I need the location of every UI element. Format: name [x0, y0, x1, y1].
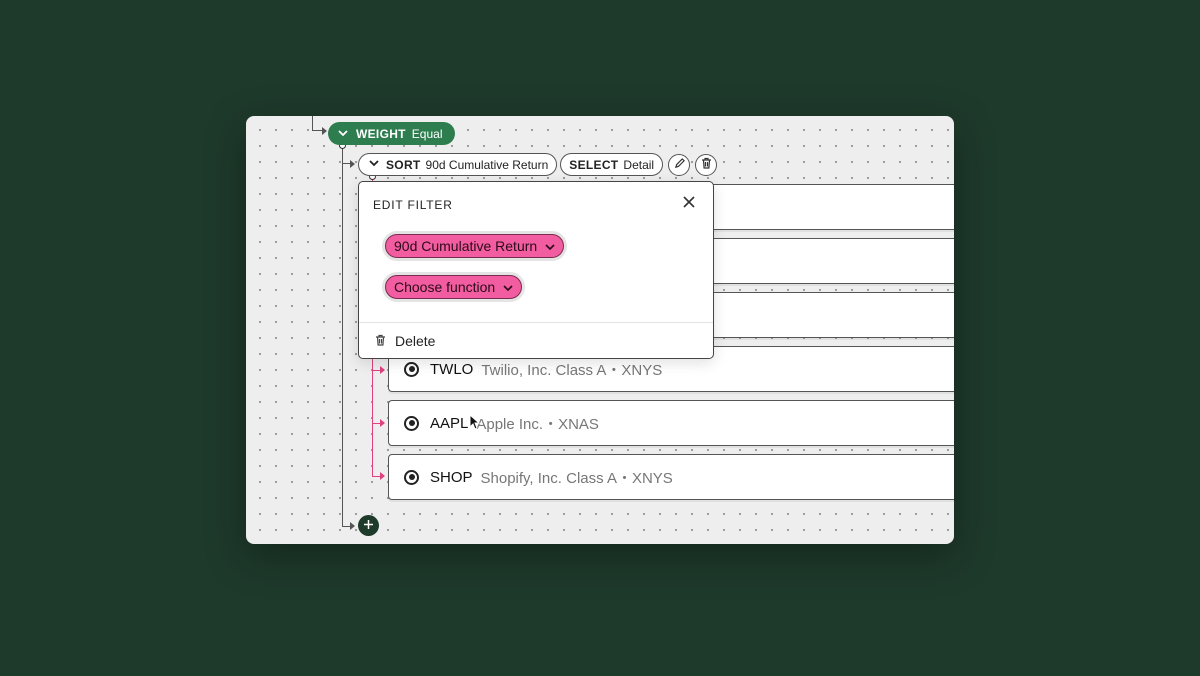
asset-description: Apple Inc.・XNAS: [476, 415, 599, 433]
connector-line: [342, 144, 343, 526]
asset-ticker: TWLO: [430, 360, 474, 378]
connector-arrow: [322, 127, 327, 135]
mouse-cursor-icon: [469, 413, 481, 435]
asset-ticker: AAPL: [430, 414, 469, 432]
chevron-down-icon: [545, 238, 555, 254]
close-icon: [683, 195, 695, 213]
metric-chip-wrapper: 90d Cumulative Return: [382, 231, 568, 261]
function-chip-wrapper: Choose function: [382, 272, 526, 302]
select-keyword: SELECT: [569, 157, 619, 172]
select-value: Detail: [623, 157, 655, 172]
edit-button[interactable]: [668, 153, 691, 176]
connector-arrow: [380, 472, 385, 480]
function-select[interactable]: Choose function: [385, 275, 523, 299]
pencil-icon: [674, 156, 685, 174]
connector-arrow: [380, 366, 385, 374]
connector-arrow: [350, 160, 355, 168]
asset-description: Shopify, Inc. Class A・XNYS: [480, 469, 673, 487]
sort-node[interactable]: SORT 90d Cumulative Return: [358, 153, 558, 176]
connector-arrow: [350, 522, 355, 530]
asset-radio-icon: [404, 469, 419, 485]
delete-label: Delete: [395, 333, 436, 349]
chevron-down-icon[interactable]: [336, 128, 350, 140]
asset-radio-icon: [404, 415, 419, 431]
edit-filter-popup: EDIT FILTER 90d Cumulative Return Choose…: [358, 181, 714, 359]
sort-keyword: SORT: [386, 157, 421, 172]
sort-select-row: SORT 90d Cumulative Return SELECT Detail: [358, 153, 718, 176]
weight-keyword: WEIGHT: [356, 126, 406, 141]
chevron-down-icon: [503, 279, 513, 295]
trash-icon: [701, 156, 712, 174]
add-node-button[interactable]: [358, 515, 379, 536]
weight-value: Equal: [411, 126, 443, 141]
divider: [359, 322, 713, 323]
connector-arrow: [380, 419, 385, 427]
plus-icon: [363, 517, 374, 535]
asset-description: Twilio, Inc. Class A・XNYS: [481, 361, 663, 379]
asset-radio-icon: [404, 361, 419, 377]
trash-icon: [375, 333, 386, 349]
delete-node-button[interactable]: [695, 153, 718, 176]
weight-node[interactable]: WEIGHT Equal: [328, 122, 455, 145]
connector-line: [312, 116, 313, 130]
delete-filter-button[interactable]: Delete: [375, 333, 435, 349]
select-node[interactable]: SELECT Detail: [560, 153, 664, 176]
sort-value: 90d Cumulative Return: [425, 157, 549, 172]
function-select-label: Choose function: [394, 279, 496, 295]
popup-title: EDIT FILTER: [373, 198, 453, 212]
metric-select-label: 90d Cumulative Return: [394, 238, 538, 254]
strategy-canvas: WEIGHT Equal SORT 90d Cumulative Return …: [246, 116, 954, 544]
chevron-down-icon[interactable]: [367, 159, 381, 170]
metric-select[interactable]: 90d Cumulative Return: [385, 234, 565, 258]
asset-ticker: SHOP: [430, 468, 473, 486]
asset-card[interactable]: SHOP Shopify, Inc. Class A・XNYS: [388, 454, 954, 500]
close-button[interactable]: [681, 196, 697, 212]
